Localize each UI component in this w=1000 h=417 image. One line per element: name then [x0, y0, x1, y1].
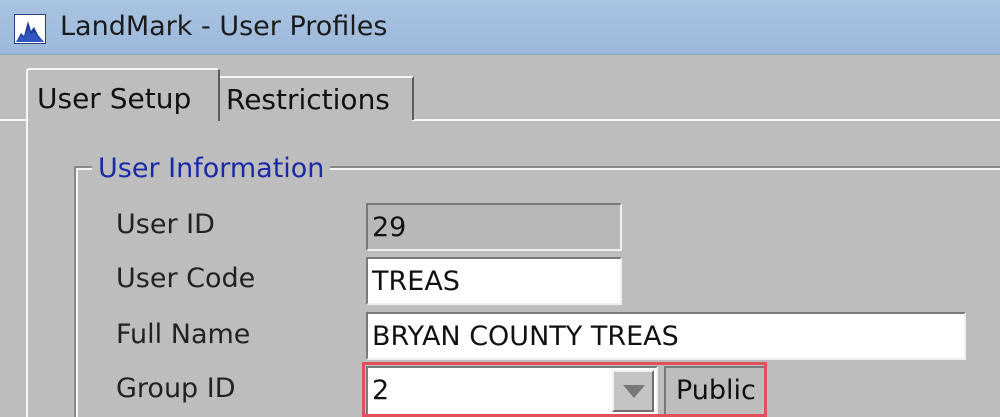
user-code-label: User Code — [116, 263, 256, 294]
user-id-label: User ID — [116, 209, 215, 240]
full-name-field[interactable]: BRYAN COUNTY TREAS — [366, 312, 966, 360]
user-information-legend: User Information — [92, 153, 331, 184]
group-id-highlight — [362, 362, 767, 417]
window-title: LandMark - User Profiles — [60, 11, 388, 42]
user-profiles-window: LandMark - User Profiles User Setup Rest… — [0, 0, 1000, 417]
landmark-app-icon — [14, 14, 46, 44]
group-id-label: Group ID — [116, 373, 236, 404]
tab-panel-border — [0, 119, 26, 121]
user-code-field[interactable]: TREAS — [366, 257, 622, 305]
tab-restrictions[interactable]: Restrictions — [220, 76, 414, 120]
tab-panel-border — [26, 119, 28, 417]
tab-panel-border — [412, 119, 1000, 121]
user-id-field: 29 — [366, 203, 622, 251]
tab-user-setup[interactable]: User Setup — [26, 68, 220, 121]
full-name-label: Full Name — [116, 319, 251, 350]
title-bar: LandMark - User Profiles — [0, 0, 1000, 55]
